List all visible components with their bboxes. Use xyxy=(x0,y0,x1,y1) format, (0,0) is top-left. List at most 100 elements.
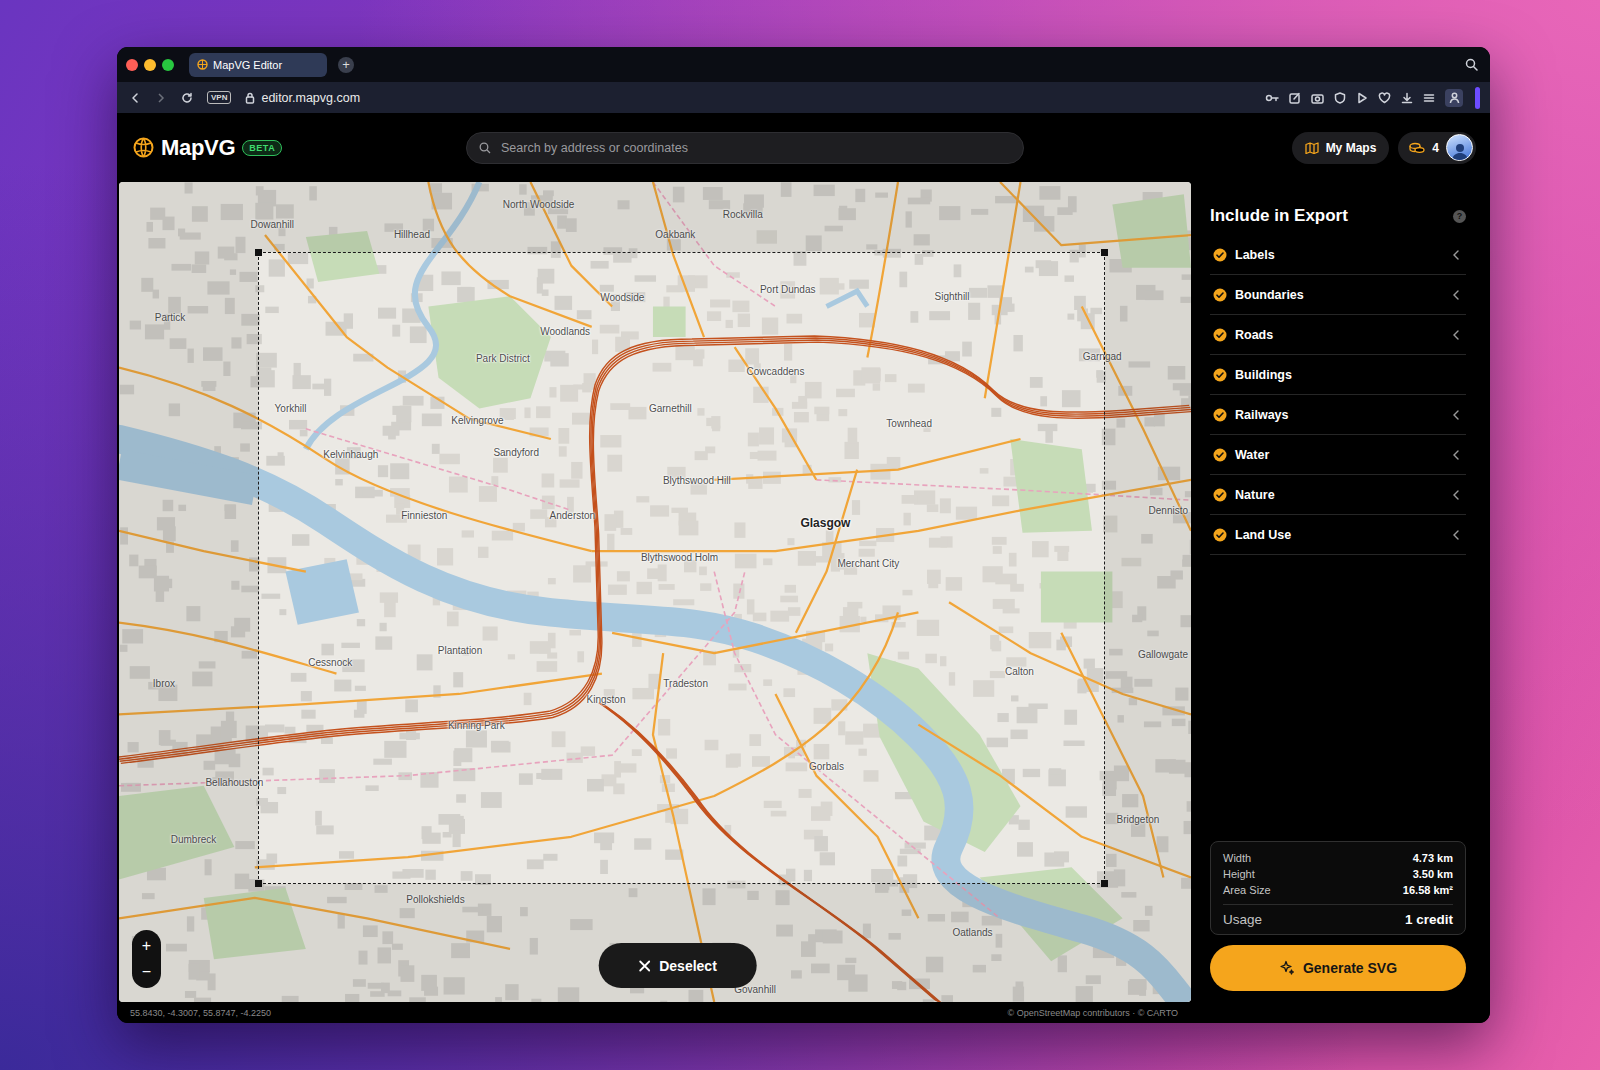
railways xyxy=(119,182,1191,918)
stat-label: Height xyxy=(1223,868,1255,880)
camera-icon[interactable] xyxy=(1311,92,1324,104)
layer-row[interactable]: Railways xyxy=(1210,395,1466,435)
map[interactable]: North WoodsideRockvillaDowanhillHillhead… xyxy=(119,182,1191,1002)
deselect-button[interactable]: Deselect xyxy=(598,943,757,988)
desktop: MapVG Editor + VPN editor.mapvg.com MapVGBET… xyxy=(0,0,1600,1023)
menu-icon[interactable] xyxy=(1423,92,1435,104)
place-label: Plantation xyxy=(438,645,482,656)
sidebar-strip[interactable] xyxy=(1475,87,1480,109)
attribution[interactable]: © OpenStreetMap contributors · © CARTO xyxy=(1008,1008,1179,1018)
check-icon[interactable] xyxy=(1213,288,1227,302)
chevron-icon[interactable] xyxy=(1452,250,1460,260)
layer-row[interactable]: Nature xyxy=(1210,475,1466,515)
check-icon[interactable] xyxy=(1213,248,1227,262)
new-tab-button[interactable]: + xyxy=(338,57,354,73)
check-icon[interactable] xyxy=(1213,408,1227,422)
usage-row: Usage1 credit xyxy=(1223,904,1453,928)
check-icon[interactable] xyxy=(1213,488,1227,502)
place-name: Sighthill xyxy=(935,291,970,302)
check-icon[interactable] xyxy=(1213,448,1227,462)
play-icon[interactable] xyxy=(1356,92,1368,104)
shield-icon[interactable] xyxy=(1334,92,1346,104)
resize-handle[interactable] xyxy=(1101,249,1108,256)
help-button[interactable]: ? xyxy=(1453,210,1466,223)
place-name: Pollokshields xyxy=(406,894,464,905)
stat-value: 3.50 km xyxy=(1413,868,1453,880)
address-bar: VPN editor.mapvg.com xyxy=(117,82,1490,113)
place-name: Anderston xyxy=(550,509,596,520)
user-avatar[interactable] xyxy=(1446,134,1473,161)
reload-icon[interactable] xyxy=(181,92,193,104)
check-icon[interactable] xyxy=(1213,368,1227,382)
minimize-button[interactable] xyxy=(144,59,156,71)
place-name: Woodside xyxy=(600,292,644,303)
chevron-icon[interactable] xyxy=(1452,330,1460,340)
app-header: MapVGBETA My Maps4 xyxy=(117,113,1490,182)
layer-row[interactable]: Boundaries xyxy=(1210,275,1466,315)
place-label: Hillhead xyxy=(394,228,430,239)
layer-row[interactable]: Labels xyxy=(1210,235,1466,275)
check-icon[interactable] xyxy=(1213,528,1227,542)
url-text[interactable]: editor.mapvg.com xyxy=(261,91,360,105)
chevron-icon[interactable] xyxy=(1452,450,1460,460)
download-icon[interactable] xyxy=(1401,92,1413,104)
zoom-in-button[interactable]: + xyxy=(132,933,161,959)
edit-icon[interactable] xyxy=(1289,92,1301,104)
heart-icon[interactable] xyxy=(1378,92,1391,104)
layer-row[interactable]: Land Use xyxy=(1210,515,1466,555)
zoom-control: +− xyxy=(132,930,161,988)
place-label: Dumbreck xyxy=(171,833,217,844)
zoom-button[interactable] xyxy=(162,59,174,71)
base-map[interactable] xyxy=(119,182,1191,1002)
place-label: Dennisto xyxy=(1149,505,1188,516)
my-maps-button[interactable]: My Maps xyxy=(1292,132,1390,164)
place-label: Gorbals xyxy=(809,761,844,772)
stat-row: Width4.73 km xyxy=(1223,850,1453,866)
layer-row[interactable]: Buildings xyxy=(1210,355,1466,395)
close-button[interactable] xyxy=(126,59,138,71)
search-box[interactable] xyxy=(466,132,1024,164)
layer-label: Labels xyxy=(1235,248,1444,262)
forward-icon[interactable] xyxy=(155,92,167,104)
zoom-out-button[interactable]: − xyxy=(132,959,161,985)
vpn-badge[interactable]: VPN xyxy=(207,91,231,104)
resize-handle[interactable] xyxy=(255,249,262,256)
place-label: Yorkhill xyxy=(275,403,307,414)
buildings xyxy=(120,182,1191,1002)
resize-handle[interactable] xyxy=(255,880,262,887)
place-label: Cowcaddens xyxy=(747,365,805,376)
place-label: Rockvilla xyxy=(723,208,763,219)
chevron-icon[interactable] xyxy=(1452,290,1460,300)
place-label: Glasgow xyxy=(800,516,850,530)
place-name: Kelvinhaugh xyxy=(323,449,378,460)
logo[interactable]: MapVGBETA xyxy=(133,135,466,161)
place-name: Rockvilla xyxy=(723,208,763,219)
browser-tab[interactable]: MapVG Editor xyxy=(189,53,327,77)
lock-icon xyxy=(245,92,255,104)
chevron-icon[interactable] xyxy=(1452,410,1460,420)
tab-bar: MapVG Editor + xyxy=(117,47,1490,82)
key-icon[interactable] xyxy=(1265,92,1279,104)
generate-svg-button[interactable]: Generate SVG xyxy=(1210,945,1466,991)
layer-row[interactable]: Roads xyxy=(1210,315,1466,355)
selection-rectangle[interactable] xyxy=(258,252,1105,883)
search-icon[interactable] xyxy=(1465,58,1478,71)
chevron-icon[interactable] xyxy=(1452,530,1460,540)
app: MapVGBETAMy Maps4North WoodsideRockvilla… xyxy=(117,113,1490,1023)
chevron-icon[interactable] xyxy=(1452,490,1460,500)
search-input[interactable] xyxy=(499,140,1011,156)
place-name: Plantation xyxy=(438,645,482,656)
back-icon[interactable] xyxy=(129,92,141,104)
place-label: Kelvingrove xyxy=(451,414,503,425)
check-icon[interactable] xyxy=(1213,328,1227,342)
credits-button[interactable]: 4 xyxy=(1398,132,1476,164)
place-label: Gallowgate xyxy=(1138,649,1188,660)
layer-row[interactable]: Water xyxy=(1210,435,1466,475)
layer-label: Buildings xyxy=(1235,368,1444,382)
place-name: Merchant City xyxy=(837,558,899,569)
stat-value: 4.73 km xyxy=(1413,852,1453,864)
profile-button[interactable] xyxy=(1445,89,1463,107)
place-label: Tradeston xyxy=(663,677,708,688)
resize-handle[interactable] xyxy=(1101,880,1108,887)
place-name: Finnieston xyxy=(401,509,447,520)
